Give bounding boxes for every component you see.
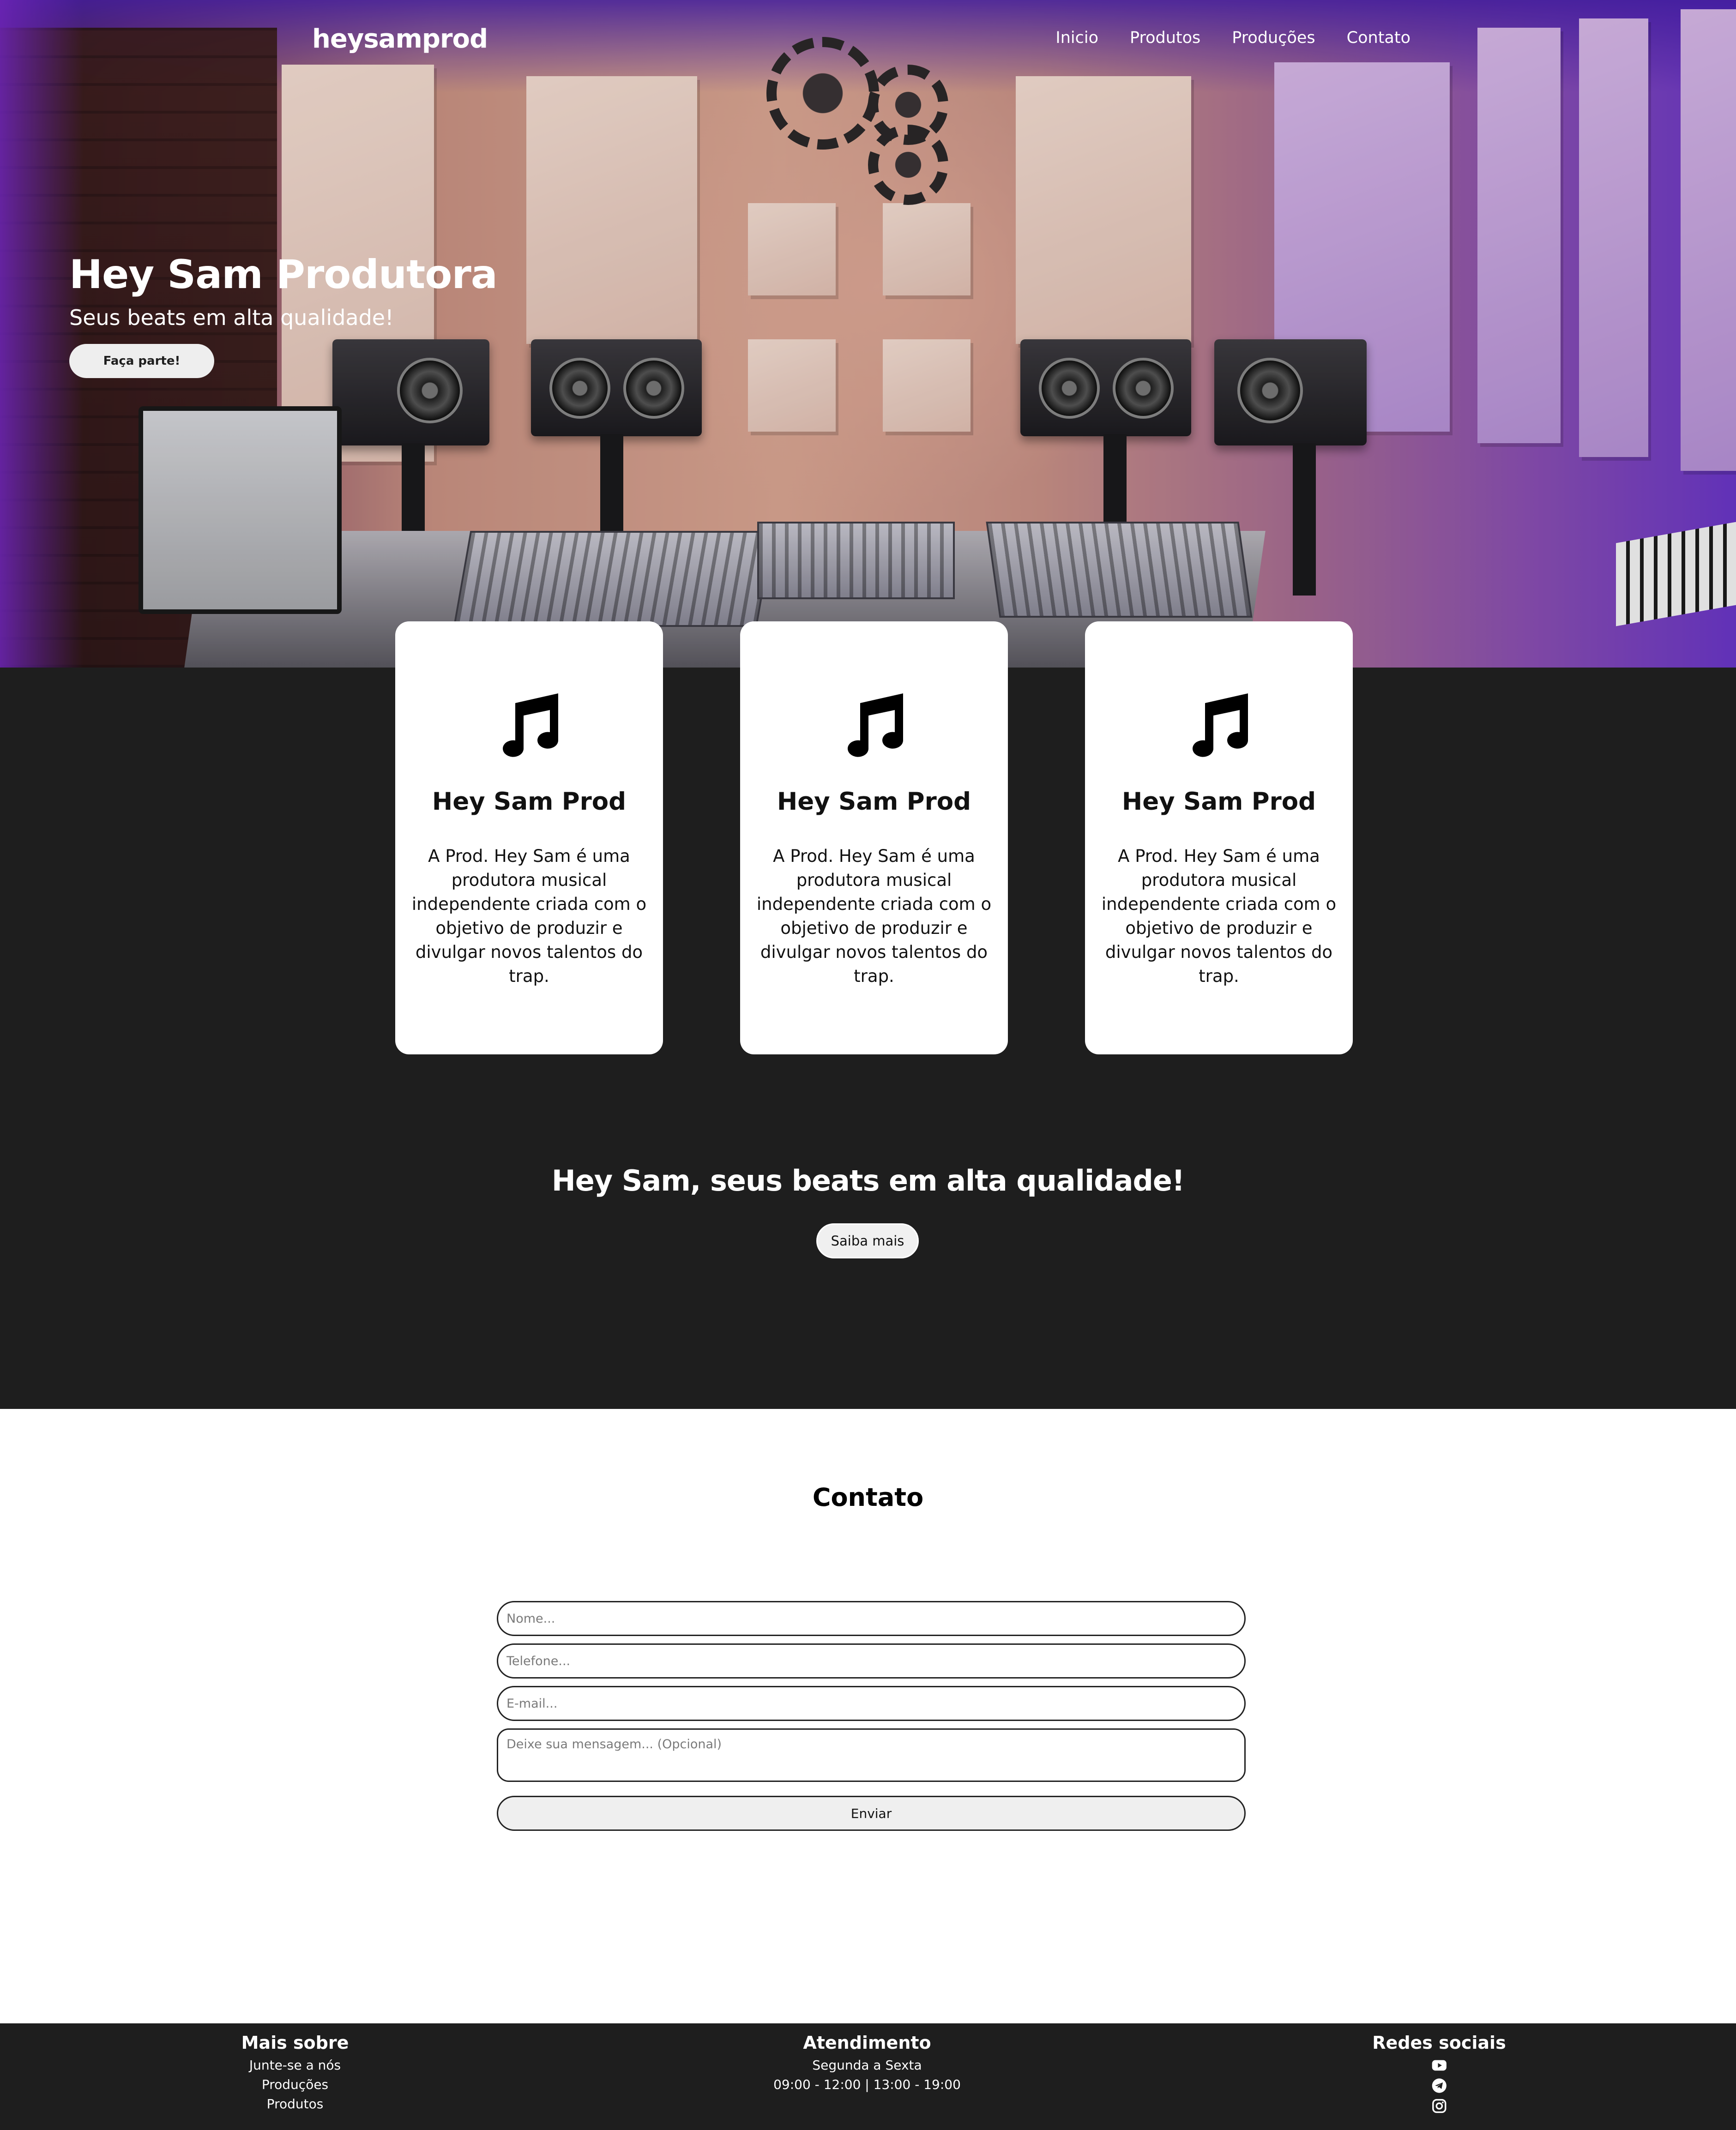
brand-logo[interactable]: heysamprod <box>312 24 488 54</box>
send-button[interactable]: Enviar <box>497 1796 1246 1831</box>
hero-title: Hey Sam Produtora <box>69 252 498 298</box>
hero-subtitle: Seus beats em alta qualidade! <box>69 305 394 330</box>
music-note-icon <box>503 693 558 757</box>
nav-link-produtos[interactable]: Produtos <box>1130 29 1200 47</box>
instagram-icon[interactable] <box>1431 2098 1447 2114</box>
name-field[interactable] <box>497 1601 1246 1636</box>
telegram-icon[interactable] <box>1431 2078 1447 2094</box>
footer: Mais sobre Junte-se a nós Produções Prod… <box>0 2023 1736 2130</box>
footer-service-column: Atendimento Segunda a Sexta 09:00 - 12:0… <box>773 2033 961 2094</box>
footer-service-title: Atendimento <box>803 2033 931 2053</box>
join-button[interactable]: Faça parte! <box>69 344 214 378</box>
feature-card: Hey Sam Prod A Prod. Hey Sam é uma produ… <box>395 621 663 1054</box>
footer-link-products[interactable]: Produtos <box>267 2094 324 2114</box>
banner-tagline: Hey Sam, seus beats em alta qualidade! <box>551 1164 1185 1197</box>
phone-field[interactable] <box>497 1643 1246 1679</box>
footer-link-join[interactable]: Junte-se a nós <box>249 2056 341 2075</box>
feature-card: Hey Sam Prod A Prod. Hey Sam é uma produ… <box>740 621 1008 1054</box>
music-note-icon <box>1193 693 1248 757</box>
youtube-icon[interactable] <box>1431 2058 1447 2073</box>
nav-link-producoes[interactable]: Produções <box>1232 29 1315 47</box>
footer-social-title: Redes sociais <box>1372 2033 1506 2053</box>
feature-card: Hey Sam Prod A Prod. Hey Sam é uma produ… <box>1085 621 1353 1054</box>
service-hours: 09:00 - 12:00 | 13:00 - 19:00 <box>773 2077 961 2092</box>
footer-more-column: Mais sobre Junte-se a nós Produções Prod… <box>241 2033 349 2114</box>
footer-more-title: Mais sobre <box>241 2033 349 2053</box>
footer-link-productions[interactable]: Produções <box>262 2075 328 2094</box>
card-text: A Prod. Hey Sam é uma produtora musical … <box>411 846 647 986</box>
music-note-icon <box>848 693 903 757</box>
nav-link-inicio[interactable]: Inicio <box>1055 29 1098 47</box>
navbar: heysamprod Inicio Produtos Produções Con… <box>0 0 1736 78</box>
nav-links: Inicio Produtos Produções Contato <box>1055 29 1410 47</box>
contact-title: Contato <box>812 1483 924 1512</box>
service-days: Segunda a Sexta <box>812 2058 922 2073</box>
card-title: Hey Sam Prod <box>777 788 971 816</box>
nav-link-contato[interactable]: Contato <box>1347 29 1410 47</box>
card-text: A Prod. Hey Sam é uma produtora musical … <box>1101 846 1337 986</box>
card-title: Hey Sam Prod <box>432 788 627 816</box>
email-field[interactable] <box>497 1686 1246 1721</box>
card-title: Hey Sam Prod <box>1121 788 1316 816</box>
learn-more-button[interactable]: Saiba mais <box>816 1223 919 1258</box>
message-field[interactable] <box>497 1728 1246 1782</box>
hero-text: Hey Sam Produtora Seus beats em alta qua… <box>69 248 498 378</box>
card-text: A Prod. Hey Sam é uma produtora musical … <box>756 846 992 986</box>
footer-social-column: Redes sociais <box>1372 2033 1506 2117</box>
hero-section: Hey Sam Produtora Seus beats em alta qua… <box>0 0 1736 668</box>
